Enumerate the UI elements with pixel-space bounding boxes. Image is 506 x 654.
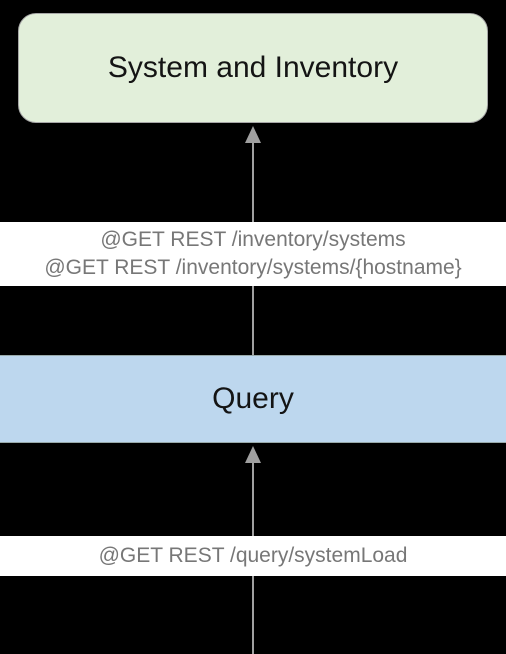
edge-label-line: @GET REST /query/systemLoad <box>99 542 408 570</box>
arrow-segment <box>252 286 254 355</box>
node-label: Query <box>212 382 294 416</box>
arrow-segment <box>252 576 254 654</box>
edge-label-inventory: @GET REST /inventory/systems @GET REST /… <box>0 222 506 286</box>
edge-label-line: @GET REST /inventory/systems <box>100 226 405 254</box>
arrow-segment <box>252 143 254 222</box>
node-query: Query <box>0 355 506 443</box>
architecture-diagram: @GET REST /inventory/systems @GET REST /… <box>0 0 506 654</box>
arrow-up-icon <box>245 446 261 463</box>
arrow-segment <box>252 463 254 536</box>
edge-label-query: @GET REST /query/systemLoad <box>0 536 506 576</box>
arrow-up-icon <box>245 126 261 143</box>
edge-label-line: @GET REST /inventory/systems/{hostname} <box>44 254 461 282</box>
node-label: System and Inventory <box>108 51 398 85</box>
node-system-inventory: System and Inventory <box>18 13 488 123</box>
